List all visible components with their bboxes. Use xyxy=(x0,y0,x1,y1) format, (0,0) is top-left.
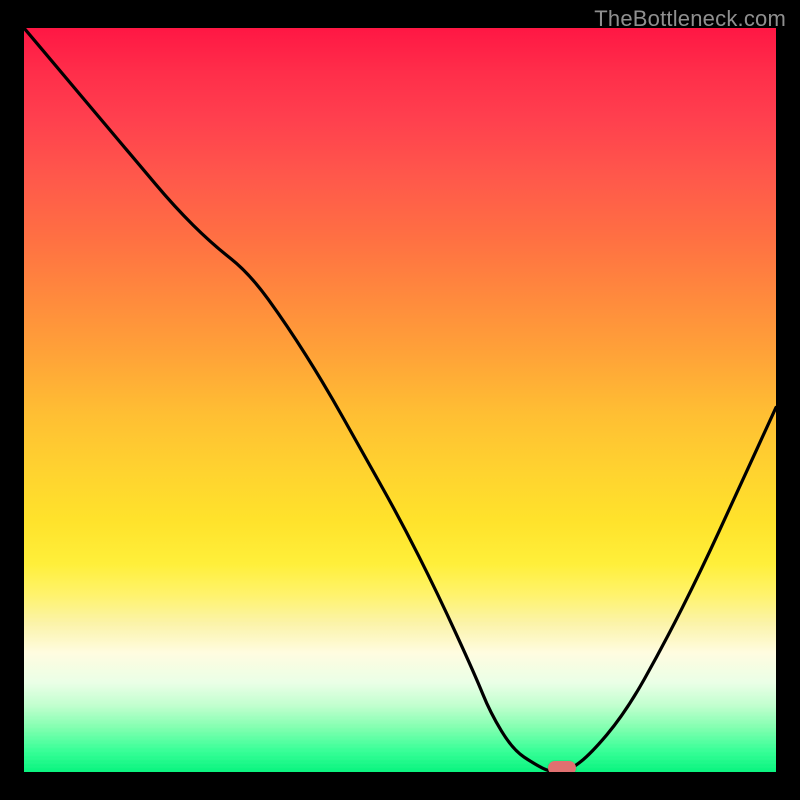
chart-frame: TheBottleneck.com xyxy=(0,0,800,800)
plot-area xyxy=(24,28,776,772)
optimal-marker xyxy=(548,761,576,772)
watermark-text: TheBottleneck.com xyxy=(594,6,786,32)
bottleneck-curve xyxy=(24,28,776,772)
bottleneck-curve-svg xyxy=(24,28,776,772)
